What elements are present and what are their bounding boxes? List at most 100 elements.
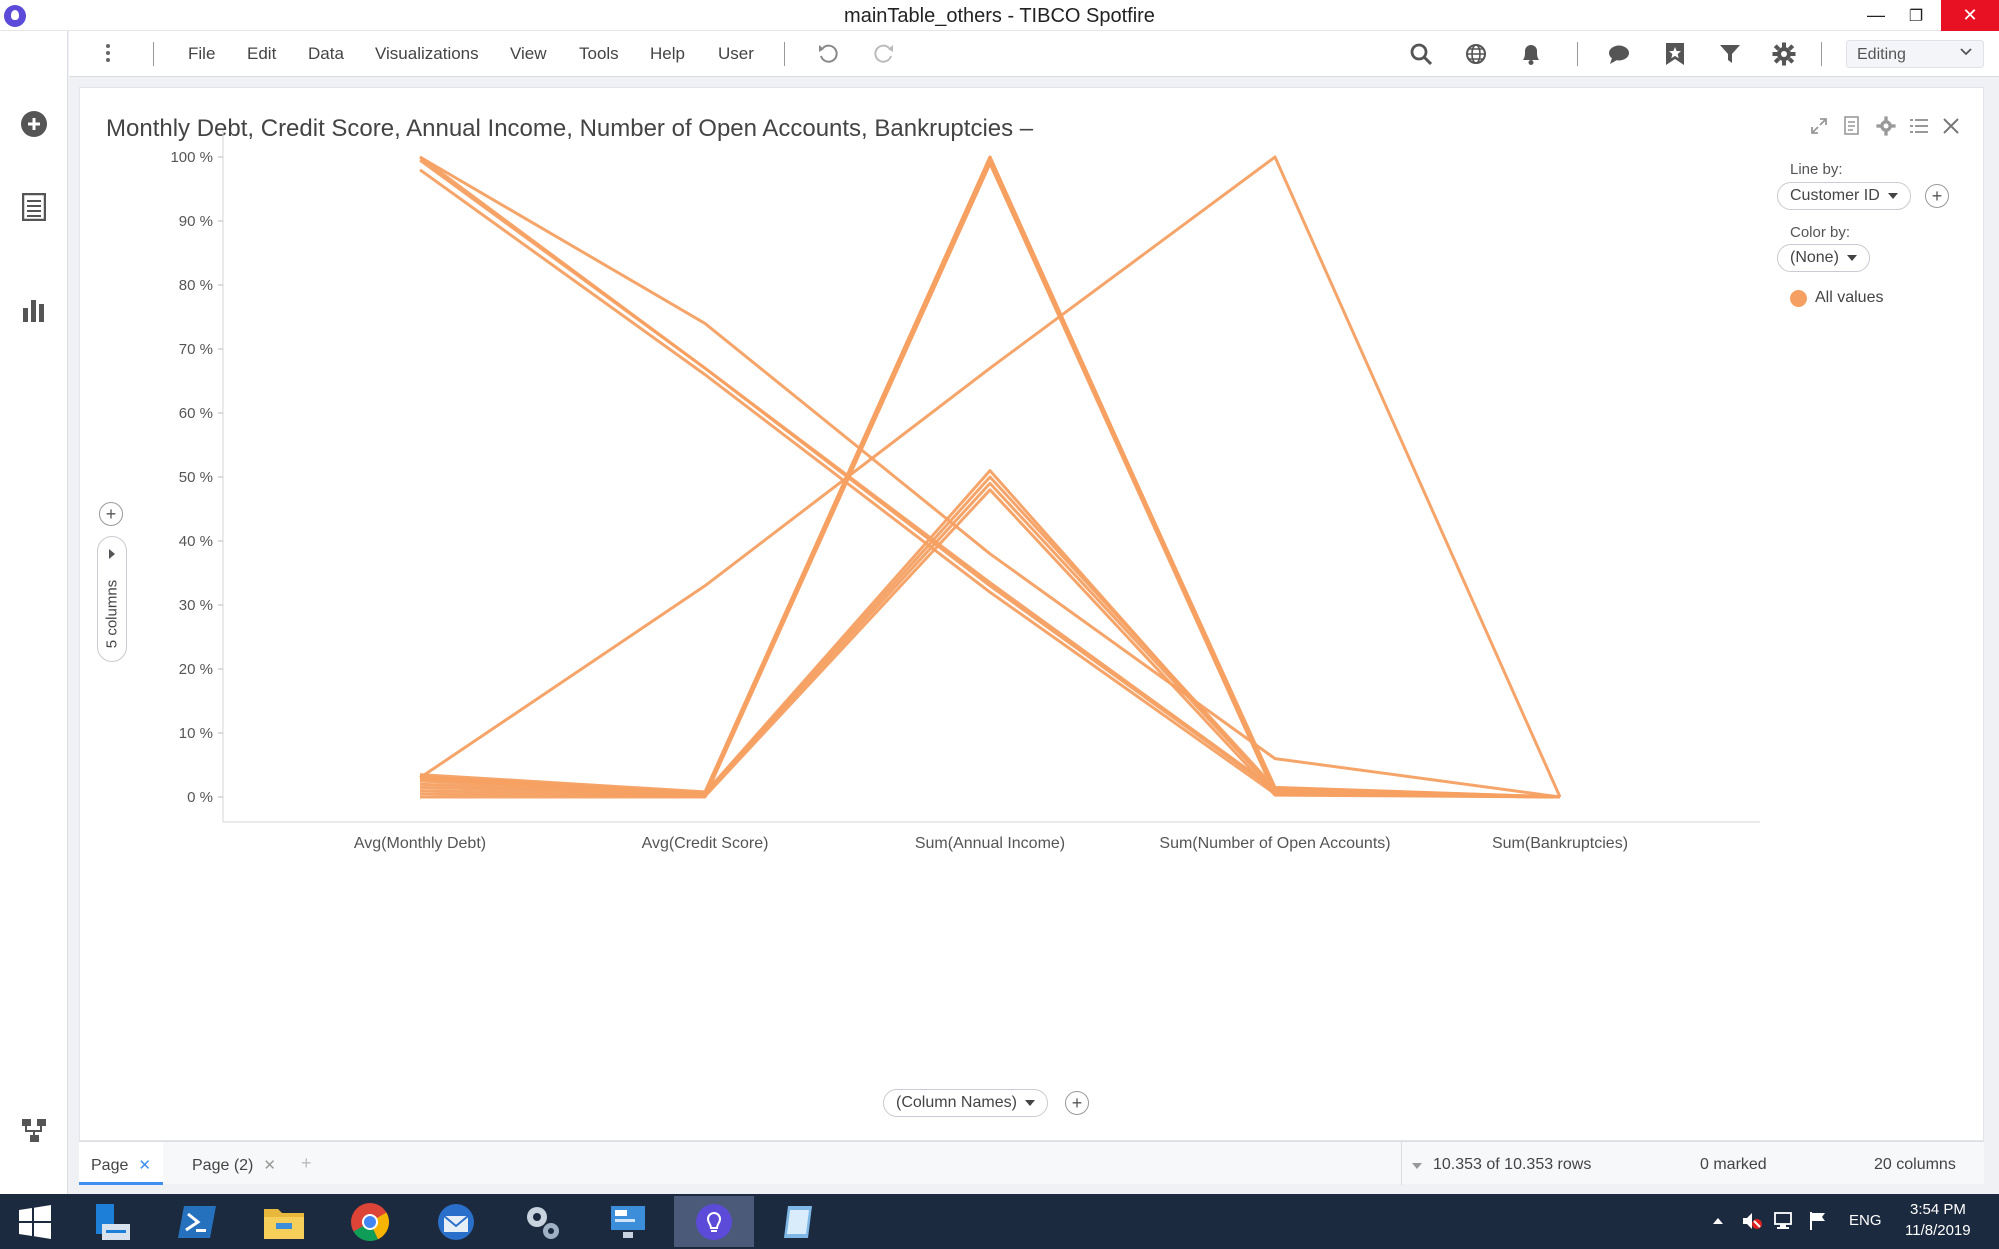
left-nav bbox=[0, 31, 68, 1194]
add-page-button[interactable]: + bbox=[289, 1142, 324, 1185]
y-tick-label: 90 % bbox=[179, 213, 213, 230]
y-tick-label: 10 % bbox=[179, 725, 213, 742]
spotfire-lightbulb-icon bbox=[696, 1203, 732, 1240]
add-data-button[interactable] bbox=[18, 108, 50, 140]
x-tick-label: Avg(Credit Score) bbox=[642, 835, 769, 852]
gears-icon bbox=[527, 1206, 559, 1239]
bookmark-star-icon bbox=[1666, 43, 1684, 65]
y-tick-label: 70 % bbox=[179, 341, 213, 358]
y-tick-label: 0 % bbox=[187, 789, 213, 806]
visualization-types-button[interactable] bbox=[18, 293, 50, 325]
data-panel-button[interactable] bbox=[18, 191, 50, 223]
y-tick-label: 20 % bbox=[179, 661, 213, 678]
menu-data[interactable]: Data bbox=[308, 44, 344, 64]
mail-client-icon bbox=[438, 1203, 474, 1240]
tab-page[interactable]: Page ✕ bbox=[79, 1142, 163, 1185]
menu-user[interactable]: User bbox=[718, 44, 754, 64]
collaboration-button[interactable] bbox=[1605, 40, 1633, 68]
chevron-up-icon bbox=[1713, 1218, 1723, 1224]
series-line bbox=[419, 481, 1561, 799]
series-line bbox=[419, 488, 1561, 799]
tab-page-label: Page bbox=[91, 1157, 129, 1174]
taskbar-control-panel[interactable] bbox=[588, 1196, 668, 1247]
columns-count: 20 columns bbox=[1874, 1156, 1956, 1173]
menu-help[interactable]: Help bbox=[650, 44, 685, 64]
y-tick-label: 80 % bbox=[179, 277, 213, 294]
x-tick-label: Sum(Bankruptcies) bbox=[1492, 835, 1628, 852]
clock-time[interactable]: 3:54 PM bbox=[1910, 1201, 1966, 1218]
tab-page-2[interactable]: Page (2) ✕ bbox=[180, 1142, 288, 1185]
bar-chart-icon bbox=[23, 300, 44, 322]
add-x-column-button[interactable]: + bbox=[1065, 1091, 1089, 1115]
y-tick-label: 40 % bbox=[179, 533, 213, 550]
notifications-button[interactable] bbox=[1517, 40, 1545, 68]
menu-view[interactable]: View bbox=[510, 44, 547, 64]
speaker-muted-icon bbox=[1743, 1213, 1762, 1229]
filter-funnel-icon bbox=[1720, 45, 1740, 63]
volume-button[interactable] bbox=[1740, 1209, 1764, 1233]
close-tab-icon[interactable]: ✕ bbox=[138, 1157, 151, 1174]
filters-button[interactable] bbox=[1716, 40, 1744, 68]
y-tick-label: 30 % bbox=[179, 597, 213, 614]
bell-icon bbox=[1523, 45, 1539, 65]
taskbar-settings-app[interactable] bbox=[502, 1196, 582, 1247]
rows-count: 10.353 of 10.353 rows bbox=[1433, 1156, 1592, 1173]
close-tab-icon[interactable]: ✕ bbox=[263, 1157, 276, 1174]
language-indicator[interactable]: ENG bbox=[1849, 1212, 1882, 1229]
x-tick-label: Avg(Monthly Debt) bbox=[354, 835, 486, 852]
windows-taskbar: ENG 3:54 PM 11/8/2019 bbox=[0, 1194, 1999, 1249]
bookmarks-button[interactable] bbox=[1661, 40, 1689, 68]
settings-button[interactable] bbox=[1770, 40, 1798, 68]
restore-button[interactable]: ❐ bbox=[1893, 0, 1939, 31]
data-canvas-button[interactable] bbox=[18, 1114, 50, 1146]
data-flow-icon bbox=[22, 1119, 46, 1142]
taskbar-thunderbird[interactable] bbox=[416, 1196, 496, 1247]
close-window-button[interactable]: ✕ bbox=[1941, 0, 1999, 31]
visualization-panel: Monthly Debt, Credit Score, Annual Incom… bbox=[79, 87, 1984, 1141]
menu-edit[interactable]: Edit bbox=[247, 44, 276, 64]
chevron-down-icon bbox=[1959, 45, 1973, 64]
menu-file[interactable]: File bbox=[188, 44, 215, 64]
plus-circle-icon bbox=[21, 111, 47, 137]
taskbar-powershell[interactable] bbox=[158, 1196, 238, 1247]
clock-date[interactable]: 11/8/2019 bbox=[1905, 1222, 1971, 1239]
undo-icon bbox=[819, 44, 838, 63]
taskbar-chrome[interactable] bbox=[330, 1196, 410, 1247]
taskbar-server-manager[interactable] bbox=[72, 1196, 152, 1247]
network-button[interactable] bbox=[1772, 1209, 1796, 1233]
taskbar-spotfire[interactable] bbox=[674, 1196, 754, 1247]
menu-tools[interactable]: Tools bbox=[579, 44, 619, 64]
taskbar-file-explorer[interactable] bbox=[244, 1196, 324, 1247]
window-title: mainTable_others - TIBCO Spotfire bbox=[844, 5, 1155, 27]
menu-separator bbox=[1821, 42, 1822, 66]
marked-count: 0 marked bbox=[1700, 1156, 1767, 1173]
status-separator bbox=[1401, 1142, 1402, 1185]
x-tick-label: Sum(Number of Open Accounts) bbox=[1159, 835, 1390, 852]
parallel-coordinates-chart: 0 % 10 % 20 % 30 % 40 % 50 % 60 % 70 % 80 % 90 % 1… bbox=[170, 130, 1760, 852]
x-axis-selector-value: (Column Names) bbox=[896, 1094, 1017, 1111]
rows-filter-icon[interactable] bbox=[1411, 1158, 1423, 1176]
mode-select[interactable]: Editing bbox=[1846, 40, 1984, 68]
taskbar-notes-app[interactable] bbox=[760, 1196, 840, 1247]
search-button[interactable] bbox=[1407, 40, 1435, 68]
table-list-icon bbox=[22, 193, 46, 221]
redo-icon bbox=[874, 44, 893, 63]
globe-icon bbox=[1466, 44, 1486, 64]
redo-button[interactable] bbox=[870, 40, 898, 68]
control-panel-icon bbox=[611, 1205, 645, 1238]
menu-visualizations[interactable]: Visualizations bbox=[375, 44, 479, 64]
show-hidden-icons-button[interactable] bbox=[1706, 1209, 1730, 1233]
action-center-flag-button[interactable] bbox=[1806, 1209, 1830, 1233]
windows-logo-icon bbox=[19, 1204, 51, 1239]
undo-button[interactable] bbox=[814, 40, 842, 68]
x-axis-selector[interactable]: (Column Names) bbox=[883, 1089, 1048, 1117]
start-button[interactable] bbox=[0, 1196, 70, 1247]
chrome-icon bbox=[351, 1202, 390, 1241]
series-line bbox=[419, 475, 1561, 799]
caret-down-icon bbox=[1024, 1099, 1035, 1106]
title-bar: mainTable_others - TIBCO Spotfire — ❐ ✕ bbox=[0, 0, 1999, 31]
tab-page-2-label: Page (2) bbox=[192, 1157, 254, 1174]
server-manager-icon bbox=[96, 1203, 130, 1240]
more-menu-icon[interactable] bbox=[103, 41, 113, 67]
library-button[interactable] bbox=[1462, 40, 1490, 68]
